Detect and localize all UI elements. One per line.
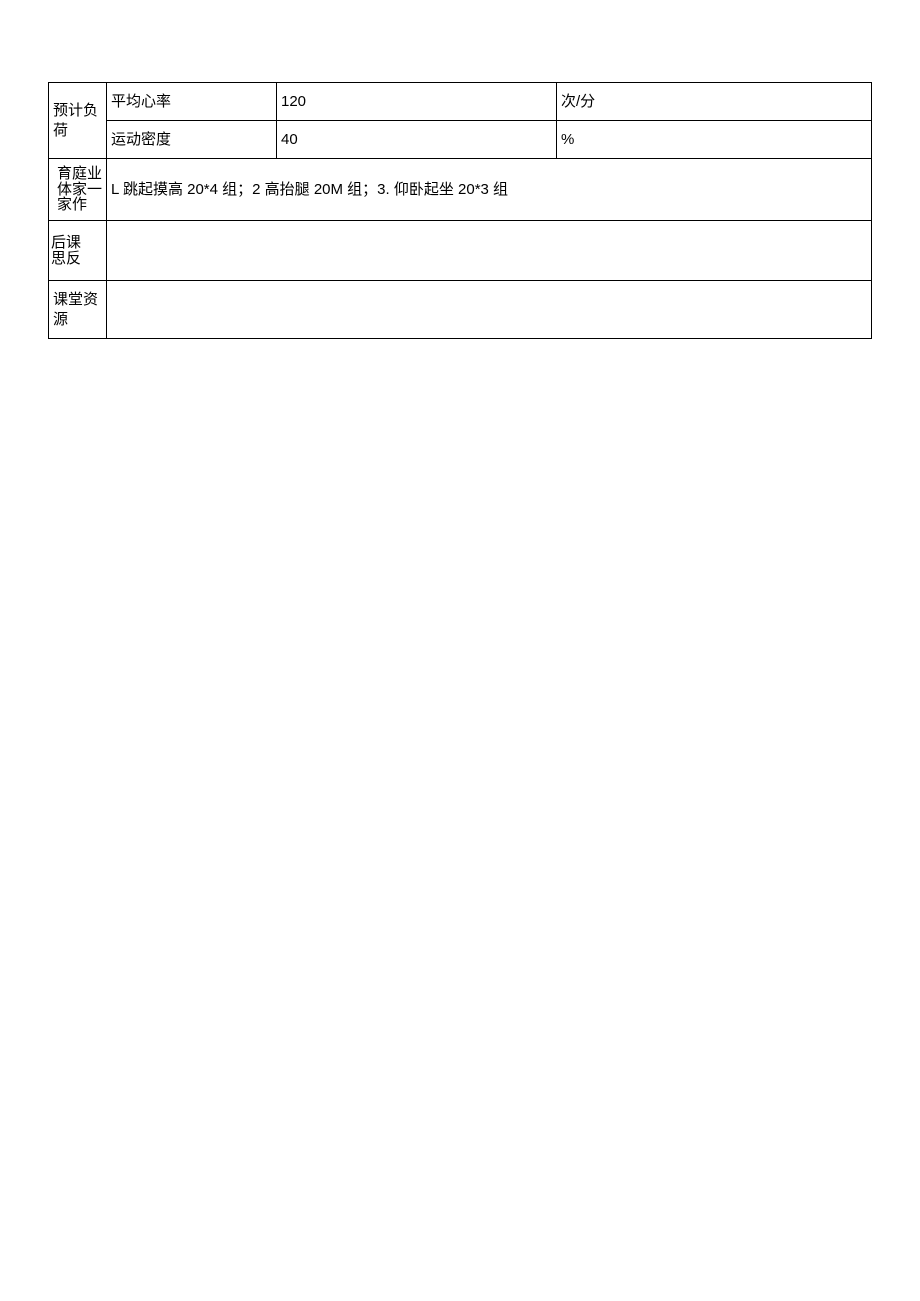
resources-label: 课堂资源 [53,291,98,328]
load-name-1: 运动密度 [111,131,171,148]
cell-load-label: 预计负荷 [49,83,107,159]
lesson-plan-table: 预计负荷 平均心率 120 次/分 运动密度 40 % [48,82,872,339]
load-name-0: 平均心率 [111,93,171,110]
reflection-label: 后 思 课 反 [51,235,106,267]
load-value-0: 120 [281,93,306,110]
table-row: 课堂资源 [49,281,872,339]
table-row: 育 体 家 庭 家 作 业 一 L 跳起摸高 20*4 组； [49,159,872,221]
cell-reflection-label: 后 思 课 反 [49,221,107,281]
load-label: 预计负荷 [53,102,98,139]
cell-load-value-1: 40 [277,121,557,159]
load-value-1: 40 [281,131,298,148]
cell-resources-label: 课堂资源 [49,281,107,339]
homework-text: L 跳起摸高 20*4 组；2 高抬腿 20M 组；3. 仰卧起坐 20*3 组 [111,181,508,198]
cell-load-name-1: 运动密度 [107,121,277,159]
load-unit-0: 次/分 [561,93,595,110]
cell-resources-text [107,281,872,339]
load-unit-1: % [561,131,574,148]
cell-homework-label: 育 体 家 庭 家 作 业 一 [49,159,107,221]
cell-homework-text: L 跳起摸高 20*4 组；2 高抬腿 20M 组；3. 仰卧起坐 20*3 组 [107,159,872,221]
homework-label: 育 体 家 庭 家 作 业 一 [57,166,106,213]
cell-load-unit-1: % [557,121,872,159]
table-row: 运动密度 40 % [49,121,872,159]
cell-load-name-0: 平均心率 [107,83,277,121]
table-row: 预计负荷 平均心率 120 次/分 [49,83,872,121]
table-row: 后 思 课 反 [49,221,872,281]
cell-load-unit-0: 次/分 [557,83,872,121]
cell-reflection-text [107,221,872,281]
cell-load-value-0: 120 [277,83,557,121]
